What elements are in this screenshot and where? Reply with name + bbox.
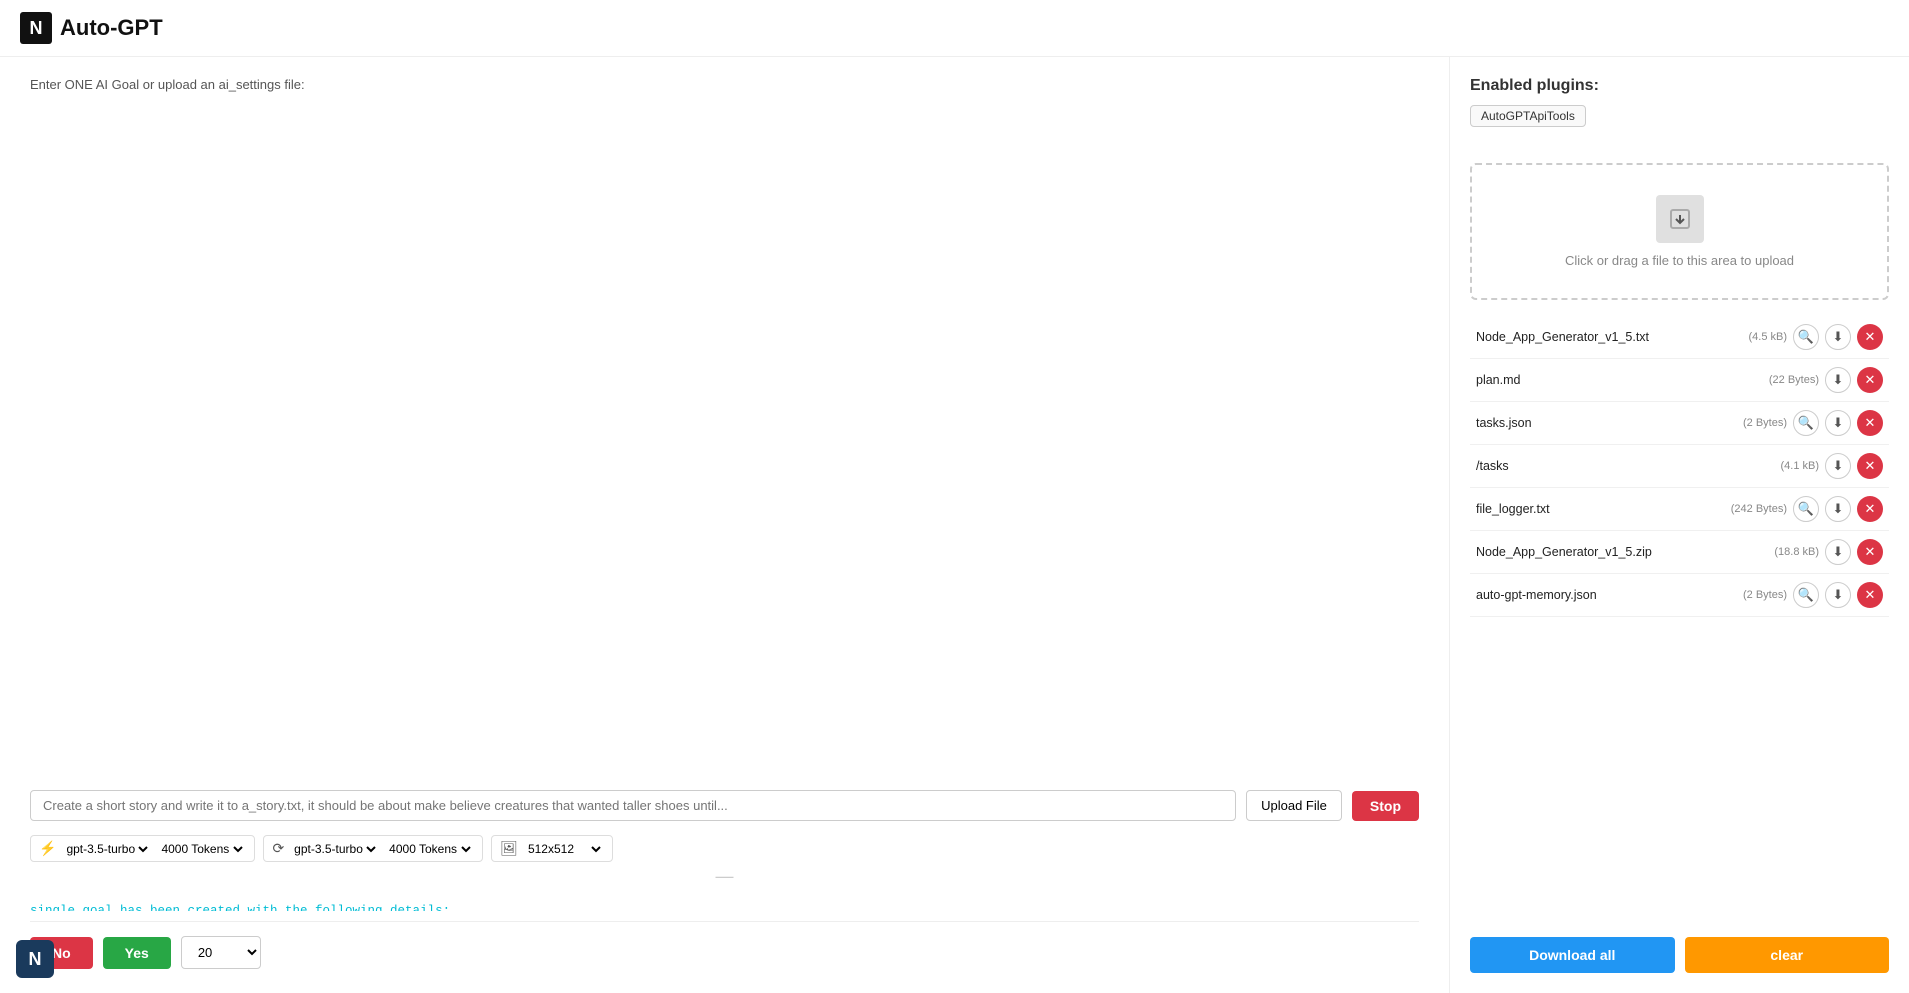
- model-select-2[interactable]: gpt-3.5-turbo gpt-4: [290, 841, 379, 857]
- app-header: N Auto-GPT: [0, 0, 1909, 57]
- file-size: (22 Bytes): [1769, 374, 1819, 386]
- upload-icon: [1656, 195, 1704, 243]
- file-item: auto-gpt-memory.json (2 Bytes) 🔍⬇✕: [1470, 574, 1889, 617]
- model-group-1: ⚡ gpt-3.5-turbo gpt-4 4000 Tokens 2000 T…: [30, 835, 255, 862]
- divider: —: [30, 866, 1419, 887]
- file-download-button[interactable]: ⬇: [1825, 410, 1851, 436]
- file-size: (18.8 kB): [1774, 546, 1819, 558]
- file-item: /tasks (4.1 kB) ⬇✕: [1470, 445, 1889, 488]
- file-item: tasks.json (2 Bytes) 🔍⬇✕: [1470, 402, 1889, 445]
- file-delete-button[interactable]: ✕: [1857, 496, 1883, 522]
- file-name: Node_App_Generator_v1_5.txt: [1476, 330, 1742, 344]
- file-item: Node_App_Generator_v1_5.txt (4.5 kB) 🔍⬇✕: [1470, 316, 1889, 359]
- model-group-2: ⟳ gpt-3.5-turbo gpt-4 4000 Tokens 2000 T…: [263, 835, 483, 862]
- file-list: Node_App_Generator_v1_5.txt(4.5 kB)🔍⬇✕pl…: [1470, 316, 1889, 923]
- lightning-icon: ⚡: [39, 840, 56, 857]
- model-row: ⚡ gpt-3.5-turbo gpt-4 4000 Tokens 2000 T…: [30, 835, 1419, 862]
- bottom-logo-icon: N: [16, 940, 54, 978]
- file-download-button[interactable]: ⬇: [1825, 324, 1851, 350]
- continuous-count-select[interactable]: 20 10 5 1: [181, 936, 261, 969]
- main-layout: Enter ONE AI Goal or upload an ai_settin…: [0, 57, 1909, 993]
- file-download-button[interactable]: ⬇: [1825, 367, 1851, 393]
- refresh-icon: ⟳: [272, 840, 284, 857]
- console-line: single goal has been created with the fo…: [30, 901, 1419, 911]
- file-delete-button[interactable]: ✕: [1857, 324, 1883, 350]
- action-bar: Download all clear: [1470, 937, 1889, 973]
- file-name: auto-gpt-memory.json: [1476, 588, 1737, 602]
- file-name: /tasks: [1476, 459, 1774, 473]
- clear-button[interactable]: clear: [1685, 937, 1890, 973]
- tokens-select-2[interactable]: 4000 Tokens 2000 Tokens: [385, 841, 474, 857]
- upload-area[interactable]: Click or drag a file to this area to upl…: [1470, 163, 1889, 300]
- file-search-button[interactable]: 🔍: [1793, 324, 1819, 350]
- right-panel: Enabled plugins: AutoGPTApiTools Click o…: [1449, 57, 1909, 993]
- file-name: tasks.json: [1476, 416, 1737, 430]
- app-logo: N: [20, 12, 52, 44]
- file-download-button[interactable]: ⬇: [1825, 582, 1851, 608]
- file-size: (2 Bytes): [1743, 417, 1787, 429]
- file-size: (4.1 kB): [1780, 460, 1819, 472]
- file-search-button[interactable]: 🔍: [1793, 496, 1819, 522]
- file-search-button[interactable]: 🔍: [1793, 582, 1819, 608]
- goal-input[interactable]: [30, 790, 1236, 821]
- yes-button[interactable]: Yes: [103, 937, 171, 969]
- goal-label: Enter ONE AI Goal or upload an ai_settin…: [30, 77, 1419, 784]
- app-title: Auto-GPT: [60, 15, 163, 41]
- file-download-button[interactable]: ⬇: [1825, 539, 1851, 565]
- file-name: Node_App_Generator_v1_5.zip: [1476, 545, 1768, 559]
- file-size: (2 Bytes): [1743, 589, 1787, 601]
- download-all-button[interactable]: Download all: [1470, 937, 1675, 973]
- file-name: plan.md: [1476, 373, 1763, 387]
- stop-button[interactable]: Stop: [1352, 791, 1419, 821]
- console-output: single goal has been created with the fo…: [30, 891, 1419, 911]
- file-size: (4.5 kB): [1748, 331, 1787, 343]
- file-delete-button[interactable]: ✕: [1857, 539, 1883, 565]
- plugins-title: Enabled plugins:: [1470, 77, 1889, 95]
- upload-text: Click or drag a file to this area to upl…: [1565, 253, 1794, 268]
- file-download-button[interactable]: ⬇: [1825, 496, 1851, 522]
- file-item: Node_App_Generator_v1_5.zip (18.8 kB) ⬇✕: [1470, 531, 1889, 574]
- file-delete-button[interactable]: ✕: [1857, 453, 1883, 479]
- file-search-button[interactable]: 🔍: [1793, 410, 1819, 436]
- image-icon: 🖼: [500, 840, 518, 857]
- image-size-select[interactable]: 512x512 256x256 1024x1024: [524, 841, 604, 857]
- left-panel: Enter ONE AI Goal or upload an ai_settin…: [0, 57, 1449, 993]
- upload-file-button[interactable]: Upload File: [1246, 790, 1342, 821]
- tokens-select-1[interactable]: 4000 Tokens 2000 Tokens: [157, 841, 246, 857]
- bottom-bar: No Yes 20 10 5 1: [30, 921, 1419, 973]
- file-delete-button[interactable]: ✕: [1857, 410, 1883, 436]
- plugins-section: Enabled plugins: AutoGPTApiTools: [1470, 77, 1889, 127]
- file-item: plan.md (22 Bytes) ⬇✕: [1470, 359, 1889, 402]
- file-delete-button[interactable]: ✕: [1857, 582, 1883, 608]
- model-select-1[interactable]: gpt-3.5-turbo gpt-4: [62, 841, 151, 857]
- file-delete-button[interactable]: ✕: [1857, 367, 1883, 393]
- file-item: file_logger.txt (242 Bytes) 🔍⬇✕: [1470, 488, 1889, 531]
- model-group-3: 🖼 512x512 256x256 1024x1024: [491, 835, 613, 862]
- file-size: (242 Bytes): [1731, 503, 1787, 515]
- file-download-button[interactable]: ⬇: [1825, 453, 1851, 479]
- toolbar: Upload File Stop: [30, 790, 1419, 821]
- file-name: file_logger.txt: [1476, 502, 1725, 516]
- plugin-badge: AutoGPTApiTools: [1470, 105, 1586, 127]
